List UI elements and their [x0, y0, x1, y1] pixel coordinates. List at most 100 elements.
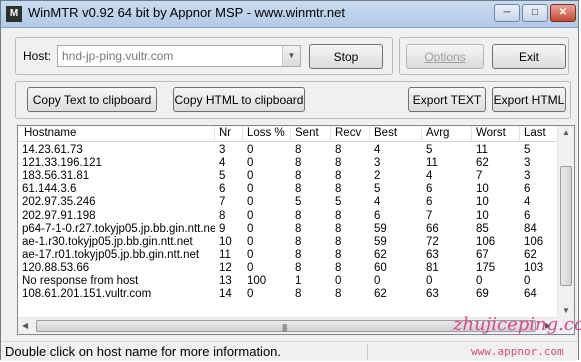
- cell-sent: 5: [295, 196, 302, 209]
- cell-hostname[interactable]: ae-1.r30.tokyjp05.jp.bb.gin.ntt.net: [18, 236, 215, 249]
- watermark-main: zhujiceping.com: [453, 314, 581, 335]
- cell-last: 64: [524, 288, 537, 301]
- scroll-up-icon[interactable]: ▲: [562, 128, 570, 137]
- cell-nr: 8: [219, 209, 226, 222]
- cell-last: 6: [524, 209, 531, 222]
- copy-html-button[interactable]: Copy HTML to clipboard: [173, 87, 305, 112]
- cell-avrg: 4: [426, 170, 433, 183]
- cell-loss: 0: [247, 157, 254, 170]
- cell-avrg: 0: [426, 275, 433, 287]
- table-row[interactable]: 202.97.91.198 8 0 8 8 6 7 10 6: [18, 210, 560, 223]
- cell-sent: 8: [295, 144, 302, 156]
- cell-sent: 8: [295, 157, 302, 170]
- cell-loss: 0: [247, 196, 254, 209]
- trace-results-list[interactable]: Hostname Nr Loss % Sent Recv Best Avrg W…: [17, 125, 575, 335]
- cell-last: 4: [524, 196, 531, 209]
- cell-avrg: 7: [426, 209, 433, 222]
- cell-best: 5: [374, 183, 381, 196]
- minimize-button[interactable]: ─: [494, 4, 520, 22]
- cell-sent: 8: [295, 209, 302, 222]
- col-worst[interactable]: Worst: [472, 126, 520, 141]
- cell-nr: 7: [219, 196, 226, 209]
- table-header: Hostname Nr Loss % Sent Recv Best Avrg W…: [18, 126, 560, 142]
- cell-last: 62: [524, 248, 537, 261]
- col-sent[interactable]: Sent: [291, 126, 331, 141]
- window-title: WinMTR v0.92 64 bit by Appnor MSP - www.…: [28, 5, 345, 20]
- table-row[interactable]: ae-1.r30.tokyjp05.jp.bb.gin.ntt.net 10 0 8 8…: [18, 236, 560, 249]
- maximize-button[interactable]: □: [522, 4, 548, 22]
- cell-recv: 8: [335, 144, 342, 156]
- cell-hostname[interactable]: 14.23.61.73: [18, 144, 215, 157]
- cell-nr: 4: [219, 157, 226, 170]
- cell-avrg: 66: [426, 222, 439, 235]
- col-recv[interactable]: Recv: [331, 126, 370, 141]
- table-row[interactable]: No response from host 13 100 1 0 0 0 0 0: [18, 275, 560, 288]
- cell-hostname[interactable]: 183.56.31.81: [18, 170, 215, 183]
- title-bar[interactable]: M WinMTR v0.92 64 bit by Appnor MSP - ww…: [1, 1, 578, 28]
- copy-text-button[interactable]: Copy Text to clipboard: [27, 87, 157, 112]
- cell-nr: 14: [219, 288, 232, 301]
- vertical-scroll-thumb[interactable]: [560, 166, 572, 286]
- table-row[interactable]: 61.144.3.6 6 0 8 8 5 6 10 6: [18, 183, 560, 196]
- cell-last: 103: [524, 261, 544, 274]
- cell-loss: 0: [247, 170, 254, 183]
- app-icon: M: [6, 6, 22, 22]
- chevron-down-icon[interactable]: ▼: [282, 46, 300, 66]
- cell-worst: 10: [476, 196, 489, 209]
- cell-last: 0: [524, 275, 531, 287]
- cell-hostname[interactable]: 202.97.35.246: [18, 196, 215, 209]
- table-row[interactable]: 183.56.31.81 5 0 8 8 2 4 7 3: [18, 170, 560, 183]
- exit-button[interactable]: Exit: [492, 44, 566, 69]
- scroll-left-icon[interactable]: ◀: [22, 321, 28, 330]
- cell-loss: 0: [247, 144, 254, 156]
- cell-nr: 9: [219, 222, 226, 235]
- cell-sent: 8: [295, 248, 302, 261]
- cell-hostname[interactable]: 120.88.53.66: [18, 262, 215, 275]
- cell-worst: 10: [476, 183, 489, 196]
- cell-hostname[interactable]: ae-17.r01.tokyjp05.jp.bb.gin.ntt.net: [18, 249, 215, 262]
- cell-avrg: 72: [426, 235, 439, 248]
- close-button[interactable]: ✕: [550, 4, 576, 22]
- cell-avrg: 11: [426, 157, 438, 170]
- col-nr[interactable]: Nr: [215, 126, 243, 141]
- col-avrg[interactable]: Avrg: [422, 126, 472, 141]
- cell-best: 6: [374, 209, 381, 222]
- cell-hostname[interactable]: No response from host: [18, 275, 215, 288]
- cell-avrg: 5: [426, 144, 433, 156]
- table-row[interactable]: 202.97.35.246 7 0 5 5 4 6 10 4: [18, 196, 560, 209]
- cell-worst: 85: [476, 222, 489, 235]
- col-loss[interactable]: Loss %: [243, 126, 291, 141]
- cell-avrg: 63: [426, 248, 439, 261]
- cell-hostname[interactable]: 61.144.3.6: [18, 183, 215, 196]
- cell-avrg: 6: [426, 196, 433, 209]
- cell-hostname[interactable]: 202.97.91.198: [18, 210, 215, 223]
- table-row[interactable]: 108.61.201.151.vultr.com 14 0 8 8 62 63 69 64: [18, 288, 560, 301]
- table-row[interactable]: p64-7-1-0.r27.tokyjp05.jp.bb.gin.ntt.net…: [18, 223, 560, 236]
- col-last[interactable]: Last: [520, 126, 560, 141]
- table-row[interactable]: 14.23.61.73 3 0 8 8 4 5 11 5: [18, 144, 560, 157]
- cell-loss: 0: [247, 209, 254, 222]
- cell-avrg: 81: [426, 261, 439, 274]
- cell-recv: 8: [335, 261, 342, 274]
- cell-worst: 175: [476, 261, 496, 274]
- table-row[interactable]: 120.88.53.66 12 0 8 8 60 81 175 103: [18, 262, 560, 275]
- table-row[interactable]: 121.33.196.121 4 0 8 8 3 11 62 3: [18, 157, 560, 170]
- vertical-scrollbar[interactable]: ▲ ▼: [557, 126, 574, 318]
- host-combobox[interactable]: hnd-jp-ping.vultr.com ▼: [57, 45, 301, 67]
- col-hostname[interactable]: Hostname: [18, 126, 215, 141]
- col-best[interactable]: Best: [370, 126, 422, 141]
- options-button[interactable]: Options: [406, 44, 484, 69]
- cell-sent: 8: [295, 235, 302, 248]
- cell-sent: 1: [295, 275, 302, 287]
- table-row[interactable]: ae-17.r01.tokyjp05.jp.bb.gin.ntt.net 11 0 8…: [18, 249, 560, 262]
- export-html-button[interactable]: Export HTML: [492, 87, 566, 112]
- stop-button[interactable]: Stop: [309, 44, 383, 69]
- cell-worst: 106: [476, 235, 496, 248]
- cell-hostname[interactable]: p64-7-1-0.r27.tokyjp05.jp.bb.gin.ntt.net: [18, 223, 215, 236]
- options-label: Options: [424, 50, 466, 64]
- watermark-sub: www.appnor.com: [471, 345, 564, 358]
- cell-worst: 62: [476, 157, 489, 170]
- cell-hostname[interactable]: 121.33.196.121: [18, 157, 215, 170]
- export-text-button[interactable]: Export TEXT: [408, 87, 486, 112]
- cell-hostname[interactable]: 108.61.201.151.vultr.com: [18, 288, 215, 301]
